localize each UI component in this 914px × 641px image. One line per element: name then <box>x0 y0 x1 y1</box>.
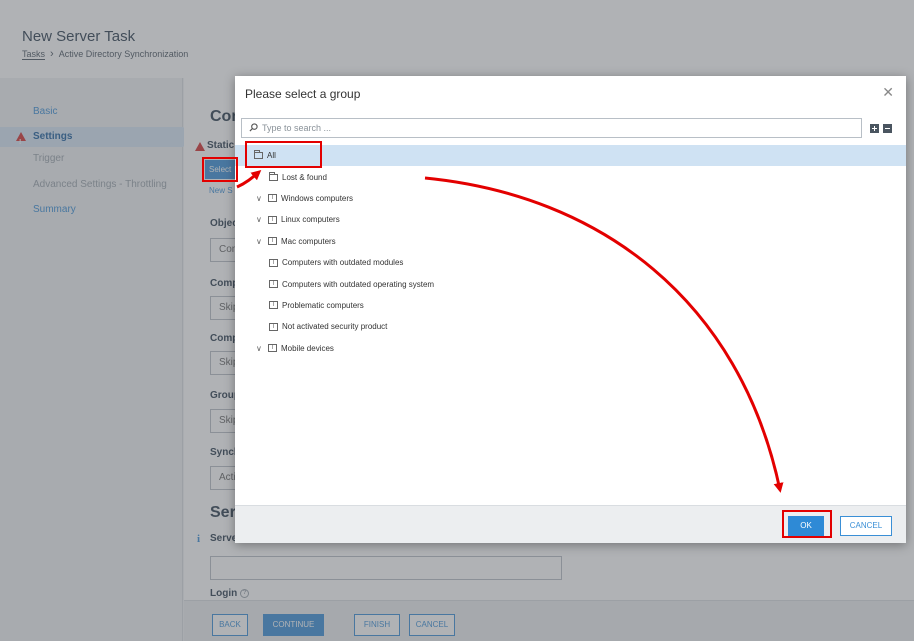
dialog-title: Please select a group <box>245 87 361 101</box>
cancel-button[interactable]: CANCEL <box>840 516 892 536</box>
dynamic-group-icon: T <box>269 258 278 267</box>
ok-button-highlight <box>782 510 832 538</box>
tree-row-mobile[interactable]: ∨ T Mobile devices <box>235 338 906 359</box>
dynamic-group-icon: T <box>269 301 278 310</box>
group-tree: All Lost & found ∨ T Windows computers ∨… <box>235 145 906 359</box>
tree-row-all[interactable]: All <box>235 145 906 167</box>
chevron-down-icon[interactable]: ∨ <box>256 344 264 353</box>
folder-icon <box>269 171 278 181</box>
dynamic-group-icon: T <box>268 194 277 203</box>
chevron-down-icon[interactable]: ∨ <box>256 194 264 203</box>
tree-row-outdated-modules[interactable]: T Computers with outdated modules <box>235 252 906 273</box>
collapse-all-icon[interactable] <box>883 124 892 133</box>
tree-row-outdated-os[interactable]: T Computers with outdated operating syst… <box>235 273 906 294</box>
select-button-highlight <box>202 157 238 182</box>
tree-row-label: Mac computers <box>281 236 336 246</box>
search-icon <box>249 123 258 132</box>
dynamic-group-icon: T <box>268 237 277 246</box>
tree-row-label: Computers with outdated modules <box>282 258 404 268</box>
tree-row-mac[interactable]: ∨ T Mac computers <box>235 231 906 252</box>
select-group-dialog: Please select a group ✕ All Lost & found… <box>235 76 906 543</box>
dynamic-group-icon: T <box>269 280 278 289</box>
tree-row-linux[interactable]: ∨ T Linux computers <box>235 209 906 230</box>
tree-row-label: Computers with outdated operating system <box>282 279 435 289</box>
search-box <box>241 118 862 138</box>
tree-row-label: Windows computers <box>281 193 354 203</box>
chevron-down-icon[interactable]: ∨ <box>256 215 264 224</box>
tree-row-label: Not activated security product <box>282 322 388 332</box>
tree-row-label: Mobile devices <box>281 343 334 353</box>
all-row-highlight <box>245 141 322 168</box>
dynamic-group-icon: T <box>269 322 278 331</box>
tree-row-windows[interactable]: ∨ T Windows computers <box>235 188 906 209</box>
tree-row-not-activated[interactable]: T Not activated security product <box>235 316 906 337</box>
tree-row-label: Linux computers <box>281 215 340 225</box>
tree-row-label: Lost & found <box>282 172 327 182</box>
dynamic-group-icon: T <box>268 215 277 224</box>
dynamic-group-icon: T <box>268 344 277 353</box>
tree-row-lost-found[interactable]: Lost & found <box>235 166 906 187</box>
expand-all-icon[interactable] <box>870 124 879 133</box>
close-icon[interactable]: ✕ <box>882 84 894 101</box>
chevron-down-icon[interactable]: ∨ <box>256 237 264 246</box>
tree-row-problematic[interactable]: T Problematic computers <box>235 295 906 316</box>
search-input[interactable] <box>262 120 852 136</box>
tree-row-label: Problematic computers <box>282 300 364 310</box>
